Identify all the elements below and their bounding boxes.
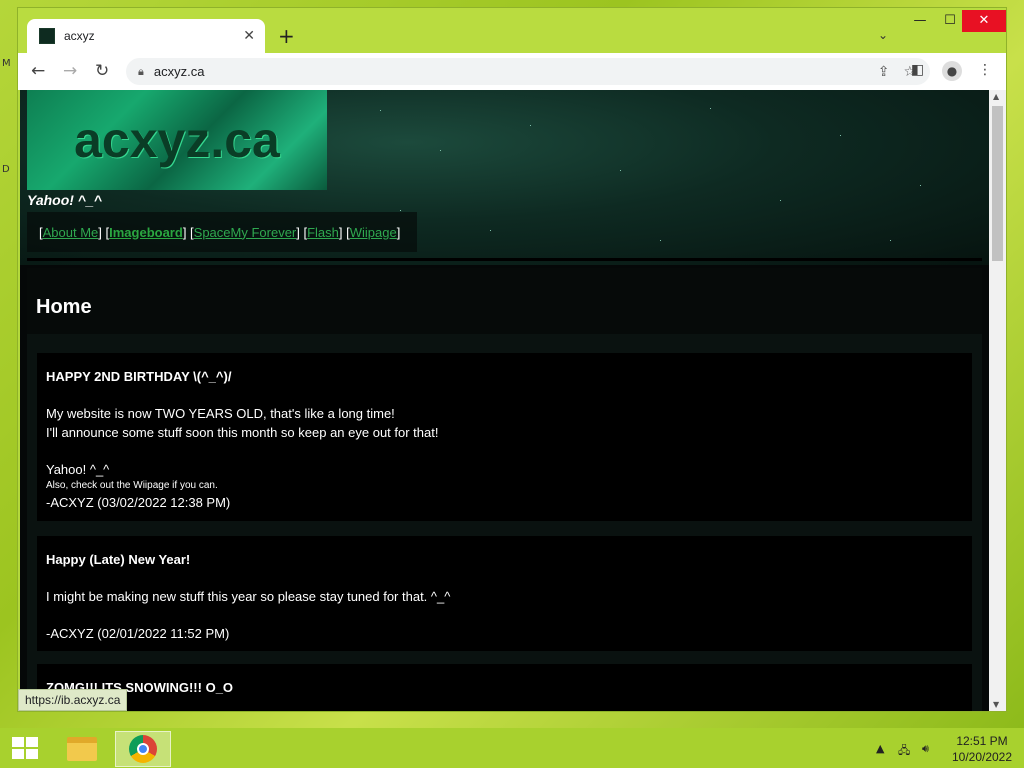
windows-start-icon[interactable] <box>12 737 38 759</box>
maximize-button[interactable]: ☐ <box>935 10 965 32</box>
page-title: Home <box>36 296 92 318</box>
share-icon[interactable]: ⇪ <box>878 64 890 80</box>
post-line: I'll announce some stuff soon this month… <box>46 425 439 440</box>
post-sign-off: Yahoo! ^_^ <box>46 462 110 477</box>
post-note: Also, check out the Wiipage if you can. <box>46 480 218 491</box>
web-viewport: acxyz.ca Yahoo! ^_^ [About Me] [Imageboa… <box>20 90 989 711</box>
clock-time: 12:51 PM <box>956 734 1008 748</box>
post-title: HAPPY 2ND BIRTHDAY \(^_^)/ <box>46 369 232 384</box>
scroll-down-icon[interactable]: ▼ <box>993 700 999 709</box>
tagline: Yahoo! ^_^ <box>27 192 102 208</box>
close-tab-icon[interactable]: ✕ <box>243 28 255 44</box>
site-header: acxyz.ca Yahoo! ^_^ [About Me] [Imageboa… <box>20 90 989 265</box>
site-nav: [About Me] [Imageboard] [SpaceMy Forever… <box>27 212 417 252</box>
chrome-icon[interactable] <box>115 731 171 767</box>
nav-spacemy-forever[interactable]: SpaceMy Forever <box>194 225 297 240</box>
back-button[interactable]: ← <box>31 61 45 81</box>
tab-title: acxyz <box>64 29 95 43</box>
home-header: Home <box>27 268 982 334</box>
clock-date: 10/20/2022 <box>951 750 1013 764</box>
browser-toolbar: ← → ↻ 🔒︎ acxyz.ca ⇪ ☆ ◧ ● ⋮ <box>18 53 1006 90</box>
nav-wiipage[interactable]: Wiipage <box>350 225 397 240</box>
file-explorer-icon[interactable] <box>54 731 110 767</box>
post-line: I might be making new stuff this year so… <box>46 589 451 604</box>
new-tab-button[interactable]: + <box>278 24 295 48</box>
forward-button[interactable]: → <box>63 61 77 81</box>
browser-tab[interactable]: acxyz ✕ <box>27 19 265 53</box>
news-post: HAPPY 2ND BIRTHDAY \(^_^)/ My website is… <box>37 353 972 521</box>
volume-icon[interactable]: 🔊︎ <box>922 742 929 756</box>
url-text[interactable]: acxyz.ca <box>154 64 878 79</box>
address-bar[interactable]: 🔒︎ acxyz.ca ⇪ ☆ <box>126 58 930 85</box>
scroll-thumb[interactable] <box>992 106 1003 261</box>
browser-menu-button[interactable]: ⋮ <box>978 62 992 78</box>
tab-search-button[interactable]: ⌄ <box>878 28 888 42</box>
desktop-edge-glyph: M <box>2 58 11 69</box>
system-clock[interactable]: 12:51 PM 10/20/2022 <box>950 733 1014 765</box>
show-hidden-icons-icon[interactable]: ▲ <box>876 742 884 755</box>
reload-button[interactable]: ↻ <box>95 61 109 81</box>
minimize-button[interactable]: — <box>905 10 935 32</box>
main-content: Home HAPPY 2ND BIRTHDAY \(^_^)/ My websi… <box>27 268 982 711</box>
site-logo[interactable]: acxyz.ca <box>27 90 327 190</box>
nav-flash[interactable]: Flash <box>307 225 339 240</box>
news-post: ZOMG!!! ITS SNOWING!!! O_O <box>37 664 972 711</box>
title-bar: acxyz ✕ + ⌄ — ☐ ✕ <box>18 8 1006 53</box>
lock-icon[interactable]: 🔒︎ <box>138 65 144 79</box>
favicon-icon <box>39 28 55 44</box>
network-icon[interactable]: 🖧︎ <box>898 742 910 761</box>
taskbar: ▲ 🖧︎ 🔊︎ 12:51 PM 10/20/2022 <box>0 728 1024 768</box>
post-line: My website is now TWO YEARS OLD, that's … <box>46 406 395 421</box>
post-title: ZOMG!!! ITS SNOWING!!! O_O <box>46 680 234 695</box>
scroll-up-icon[interactable]: ▲ <box>993 92 999 101</box>
nav-about-me[interactable]: About Me <box>43 225 99 240</box>
profile-avatar[interactable]: ● <box>942 61 962 81</box>
browser-window: acxyz ✕ + ⌄ — ☐ ✕ ← → ↻ 🔒︎ acxyz.ca ⇪ ☆ … <box>18 8 1006 711</box>
divider <box>27 258 982 261</box>
post-title: Happy (Late) New Year! <box>46 552 191 567</box>
post-author: -ACXYZ (03/02/2022 12:38 PM) <box>46 495 231 510</box>
close-window-button[interactable]: ✕ <box>962 10 1006 32</box>
status-bar-url: https://ib.acxyz.ca <box>18 689 128 711</box>
post-author: -ACXYZ (02/01/2022 11:52 PM) <box>46 626 230 641</box>
side-panel-button[interactable]: ◧ <box>911 62 924 78</box>
news-post: Happy (Late) New Year! I might be making… <box>37 536 972 651</box>
nav-imageboard[interactable]: Imageboard <box>109 225 183 240</box>
desktop-edge-glyph: D <box>2 164 10 175</box>
logo-text: acxyz.ca <box>74 112 280 168</box>
vertical-scrollbar[interactable]: ▲ ▼ <box>989 90 1006 711</box>
